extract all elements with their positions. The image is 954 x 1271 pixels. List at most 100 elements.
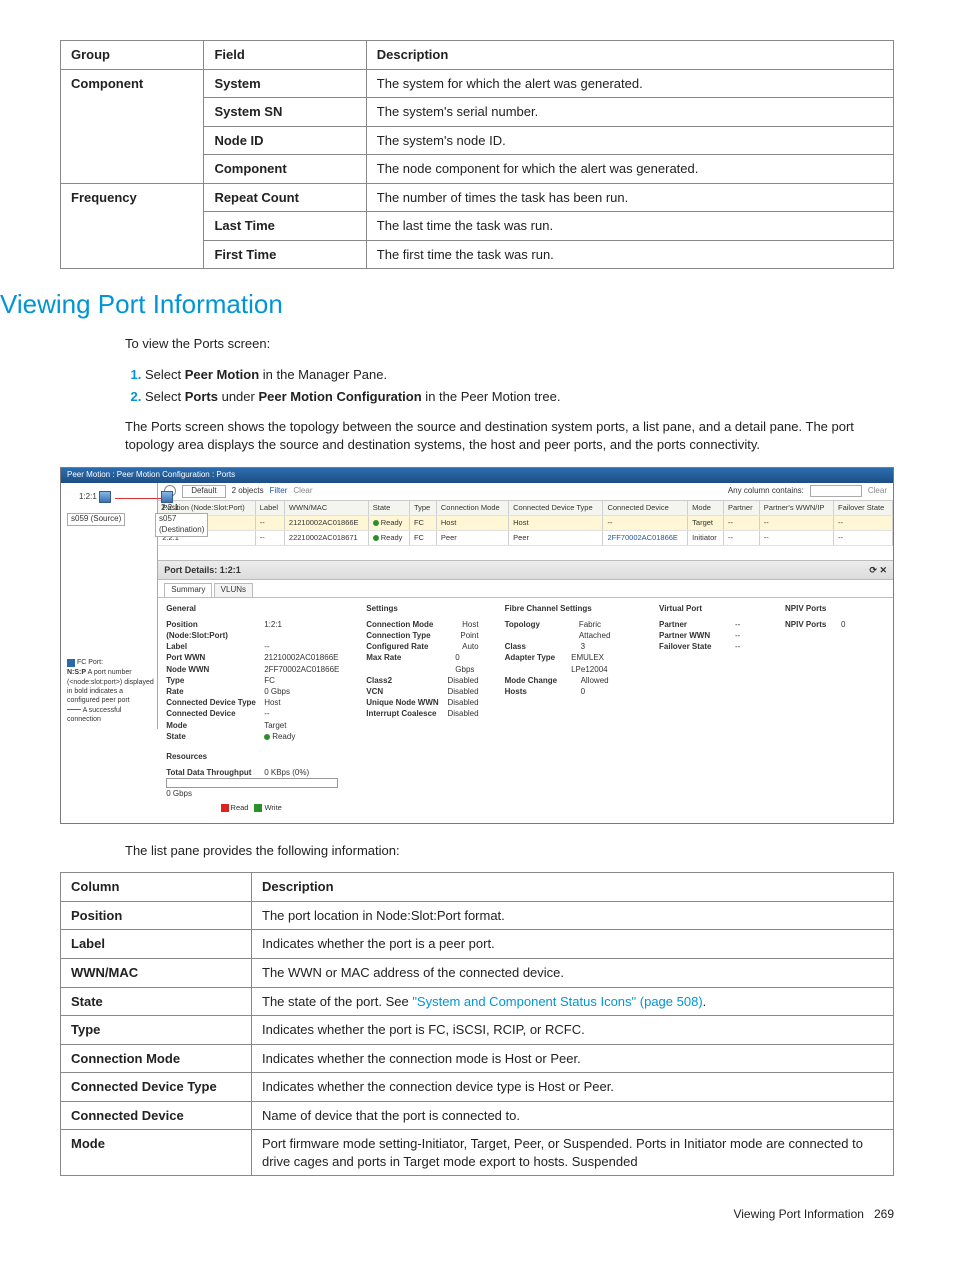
col-desc: The state of the port. See "System and C…	[252, 987, 894, 1016]
intro-text: To view the Ports screen:	[125, 335, 894, 353]
cell-desc: The system's serial number.	[366, 98, 893, 127]
filter-link[interactable]: Filter	[270, 486, 288, 497]
col[interactable]: Connected Device Type	[509, 501, 603, 516]
tab-vluns[interactable]: VLUNs	[214, 583, 253, 597]
col-desc: Name of device that the port is connecte…	[252, 1101, 894, 1130]
col[interactable]: Mode	[688, 501, 724, 516]
system-box[interactable]: s057 (Destination)	[155, 513, 208, 537]
col-name: WWN/MAC	[61, 958, 252, 987]
col[interactable]: Connection Mode	[436, 501, 508, 516]
step-2: Select Ports under Peer Motion Configura…	[145, 388, 894, 406]
cell-desc: The node component for which the alert w…	[366, 155, 893, 184]
cell-field: Last Time	[204, 212, 366, 241]
page-footer: Viewing Port Information 269	[60, 1206, 894, 1222]
list-intro: The list pane provides the following inf…	[125, 842, 894, 860]
col-desc: Port firmware mode setting-Initiator, Ta…	[252, 1130, 894, 1176]
th-group: Group	[61, 41, 204, 70]
filter-input[interactable]	[810, 485, 862, 497]
col[interactable]: State	[368, 501, 409, 516]
virtual-port-col: Virtual Port Partner-- Partner WWN-- Fai…	[659, 604, 759, 813]
clear-link-2[interactable]: Clear	[868, 486, 887, 497]
any-column-label: Any column contains:	[728, 486, 804, 497]
col-desc: Indicates whether the port is FC, iSCSI,…	[252, 1016, 894, 1045]
cell-field: System SN	[204, 98, 366, 127]
col[interactable]: Label	[255, 501, 284, 516]
port-icon	[161, 491, 173, 503]
col-desc: Indicates whether the connection mode is…	[252, 1044, 894, 1073]
th-desc: Description	[252, 873, 894, 902]
col-name: Position	[61, 901, 252, 930]
cell-field: Component	[204, 155, 366, 184]
resources-block: Resources Total Data Throughput0 KBps (0…	[166, 752, 340, 813]
step-1: Select Peer Motion in the Manager Pane.	[145, 366, 894, 384]
th-column: Column	[61, 873, 252, 902]
footer-title: Viewing Port Information	[733, 1207, 864, 1221]
system-box[interactable]: s059 (Source)	[67, 513, 125, 526]
cell-field: First Time	[204, 240, 366, 269]
window-title: Peer Motion : Peer Motion Configuration …	[61, 468, 893, 483]
footer-page: 269	[874, 1207, 894, 1221]
cell-field: Repeat Count	[204, 183, 366, 212]
cell-desc: The system's node ID.	[366, 126, 893, 155]
section-title: Viewing Port Information	[0, 287, 894, 322]
col-desc: Indicates whether the port is a peer por…	[252, 930, 894, 959]
detail-header: Port Details: 1:2:1⟳ ✕	[158, 560, 893, 580]
col-name: Type	[61, 1016, 252, 1045]
th-desc: Description	[366, 41, 893, 70]
col[interactable]: Connected Device	[603, 501, 688, 516]
col[interactable]: WWN/MAC	[284, 501, 368, 516]
th-field: Field	[204, 41, 366, 70]
tab-summary[interactable]: Summary	[164, 583, 212, 597]
paragraph: The Ports screen shows the topology betw…	[125, 418, 894, 453]
object-count: 2 objects	[232, 486, 264, 497]
link-status-icons[interactable]: "System and Component Status Icons" (pag…	[412, 994, 702, 1009]
col-name: Mode	[61, 1130, 252, 1176]
npiv-col: NPIV Ports NPIV Ports0	[785, 604, 885, 813]
legend-line-icon	[67, 709, 81, 710]
status-dot-icon	[373, 520, 379, 526]
cell-field: System	[204, 69, 366, 98]
port-label: 2:2:1	[161, 503, 179, 512]
detail-body: General Position (Node:Slot:Port)1:2:1 L…	[158, 597, 893, 823]
port-icon	[99, 491, 111, 503]
throughput-bar	[166, 778, 338, 788]
col-desc: Indicates whether the connection device …	[252, 1073, 894, 1102]
port-label: 1:2:1	[79, 492, 97, 501]
legend-read: Read	[221, 803, 249, 812]
col[interactable]: Partner	[723, 501, 759, 516]
col[interactable]: Failover State	[833, 501, 892, 516]
cell-desc: The first time the task was run.	[366, 240, 893, 269]
table-group-field-desc: Group Field Description Component System…	[60, 40, 894, 269]
status-dot-icon	[264, 734, 270, 740]
col-name: Label	[61, 930, 252, 959]
legend-write: Write	[248, 803, 281, 812]
col-name: State	[61, 987, 252, 1016]
topology-pane: 1:2:1 2:2:1 s059 (Source) s057 (Destinat…	[61, 483, 158, 729]
col[interactable]: Type	[409, 501, 436, 516]
settings-col: Settings Connection ModeHost Connection …	[366, 604, 478, 813]
legend-square-icon	[67, 659, 75, 667]
list-toolbar: Default 2 objects Filter Clear Any colum…	[158, 483, 893, 501]
cell-desc: The system for which the alert was gener…	[366, 69, 893, 98]
legend: FC Port: N:S:P A port number (<node:slot…	[67, 658, 157, 725]
col[interactable]: Partner's WWN/IP	[759, 501, 833, 516]
cell-desc: The last time the task was run.	[366, 212, 893, 241]
status-dot-icon	[373, 535, 379, 541]
cell-field: Node ID	[204, 126, 366, 155]
col-name: Connected Device	[61, 1101, 252, 1130]
grid-row[interactable]: 1:2:1--21210002AC01866E Ready FCHostHost…	[158, 515, 892, 530]
steps-list: Select Peer Motion in the Manager Pane. …	[125, 366, 894, 405]
col-desc: The port location in Node:Slot:Port form…	[252, 901, 894, 930]
ports-grid: Position (Node:Slot:Port) Label WWN/MAC …	[158, 501, 893, 546]
table-column-desc: Column Description PositionThe port loca…	[60, 872, 894, 1176]
ports-screenshot: Peer Motion : Peer Motion Configuration …	[60, 467, 894, 824]
view-select[interactable]: Default	[182, 485, 225, 498]
col-desc: The WWN or MAC address of the connected …	[252, 958, 894, 987]
col-name: Connection Mode	[61, 1044, 252, 1073]
col-name: Connected Device Type	[61, 1073, 252, 1102]
clear-link[interactable]: Clear	[293, 486, 312, 497]
grid-row[interactable]: 2:2:1--22210002AC018671 Ready FCPeerPeer…	[158, 531, 892, 546]
cell-desc: The number of times the task has been ru…	[366, 183, 893, 212]
cell-group-frequency: Frequency	[61, 183, 204, 269]
general-col: General Position (Node:Slot:Port)1:2:1 L…	[166, 604, 340, 813]
